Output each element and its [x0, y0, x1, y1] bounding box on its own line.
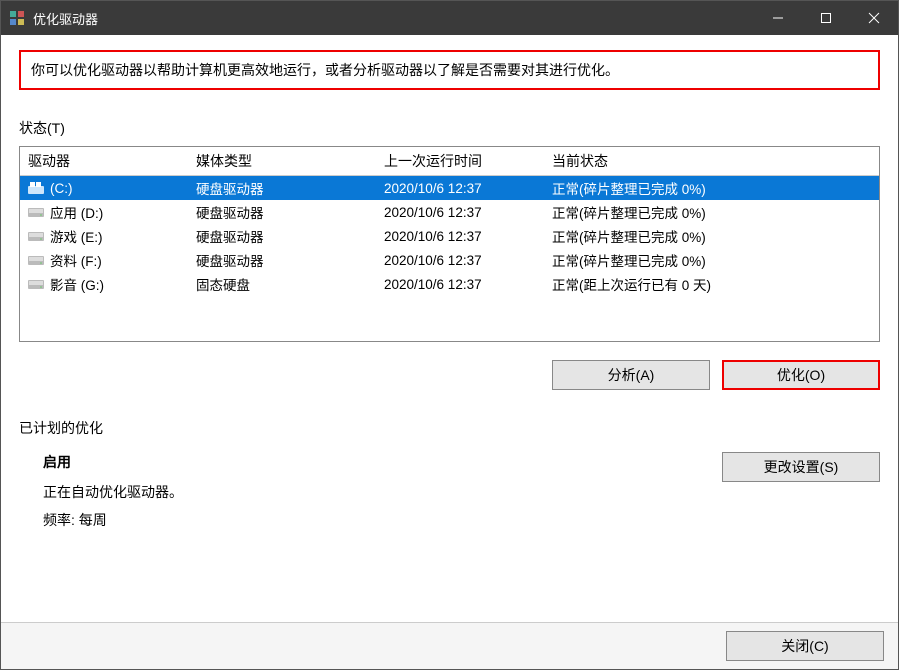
titlebar: 优化驱动器: [1, 1, 898, 35]
maximize-button[interactable]: [802, 1, 850, 35]
footer: 关闭(C): [1, 622, 898, 669]
optimize-button[interactable]: 优化(O): [722, 360, 880, 390]
close-button[interactable]: [850, 1, 898, 35]
drive-last-run: 2020/10/6 12:37: [376, 275, 544, 294]
schedule-frequency-text: 频率: 每周: [43, 510, 183, 530]
column-header-last-run[interactable]: 上一次运行时间: [376, 147, 544, 175]
minimize-button[interactable]: [754, 1, 802, 35]
drives-list: (C:)硬盘驱动器2020/10/6 12:37正常(碎片整理已完成 0%)应用…: [20, 176, 879, 341]
drive-last-run: 2020/10/6 12:37: [376, 251, 544, 270]
drive-last-run: 2020/10/6 12:37: [376, 227, 544, 246]
drive-name: 资料 (F:): [50, 250, 102, 270]
action-buttons: 分析(A) 优化(O): [19, 360, 880, 390]
app-icon: [9, 10, 25, 26]
drive-status: 正常(碎片整理已完成 0%): [544, 248, 879, 272]
drive-media: 固态硬盘: [188, 272, 376, 296]
drive-icon: [28, 278, 44, 290]
drive-row[interactable]: 影音 (G:) 固态硬盘2020/10/6 12:37正常(距上次运行已有 0 天…: [20, 272, 879, 296]
schedule-status-text: 正在自动优化驱动器。: [43, 482, 183, 502]
drive-status: 正常(碎片整理已完成 0%): [544, 176, 879, 200]
description: 你可以优化驱动器以帮助计算机更高效地运行，或者分析驱动器以了解是否需要对其进行优…: [19, 50, 880, 90]
column-header-status[interactable]: 当前状态: [544, 147, 879, 175]
schedule-info: 启用 正在自动优化驱动器。 频率: 每周: [19, 452, 183, 538]
window-title: 优化驱动器: [33, 9, 754, 28]
schedule-section: 已计划的优化 启用 正在自动优化驱动器。 频率: 每周 更改设置(S): [19, 418, 880, 538]
drive-status: 正常(碎片整理已完成 0%): [544, 224, 879, 248]
drive-name: 应用 (D:): [50, 202, 103, 222]
drive-name: 游戏 (E:): [50, 226, 103, 246]
drive-name: (C:): [50, 181, 73, 196]
drive-media: 硬盘驱动器: [188, 224, 376, 248]
close-dialog-button[interactable]: 关闭(C): [726, 631, 884, 661]
drive-row[interactable]: 应用 (D:) 硬盘驱动器2020/10/6 12:37正常(碎片整理已完成 0%…: [20, 200, 879, 224]
drive-row[interactable]: 资料 (F:) 硬盘驱动器2020/10/6 12:37正常(碎片整理已完成 0%…: [20, 248, 879, 272]
drives-panel: 驱动器 媒体类型 上一次运行时间 当前状态 (C:)硬盘驱动器2020/10/6…: [19, 146, 880, 342]
drive-media: 硬盘驱动器: [188, 248, 376, 272]
drive-name: 影音 (G:): [50, 274, 104, 294]
drive-row[interactable]: (C:) 硬盘驱动器2020/10/6 12:37正常(碎片整理已完成 0%): [20, 176, 879, 200]
schedule-title: 已计划的优化: [19, 418, 880, 438]
analyze-button[interactable]: 分析(A): [552, 360, 710, 390]
drive-icon: [28, 230, 44, 242]
content-area: 你可以优化驱动器以帮助计算机更高效地运行，或者分析驱动器以了解是否需要对其进行优…: [1, 35, 898, 622]
drive-icon: [28, 254, 44, 266]
drive-last-run: 2020/10/6 12:37: [376, 203, 544, 222]
drive-status: 正常(碎片整理已完成 0%): [544, 200, 879, 224]
column-header-drive[interactable]: 驱动器: [20, 147, 188, 175]
schedule-enabled-label: 启用: [43, 452, 183, 472]
drive-status: 正常(距上次运行已有 0 天): [544, 272, 879, 296]
window-controls: [754, 1, 898, 35]
optimize-drives-window: 优化驱动器 你可以优化驱动器以帮助计算机更高效地运行，或者分析驱动器以了解是否需…: [0, 0, 899, 670]
change-settings-button[interactable]: 更改设置(S): [722, 452, 880, 482]
drive-media: 硬盘驱动器: [188, 200, 376, 224]
drive-icon: [28, 182, 44, 194]
drive-icon: [28, 206, 44, 218]
drive-row[interactable]: 游戏 (E:) 硬盘驱动器2020/10/6 12:37正常(碎片整理已完成 0%…: [20, 224, 879, 248]
status-label: 状态(T): [19, 118, 880, 138]
column-header-media[interactable]: 媒体类型: [188, 147, 376, 175]
drive-media: 硬盘驱动器: [188, 176, 376, 200]
drive-last-run: 2020/10/6 12:37: [376, 179, 544, 198]
drives-header: 驱动器 媒体类型 上一次运行时间 当前状态: [20, 147, 879, 176]
